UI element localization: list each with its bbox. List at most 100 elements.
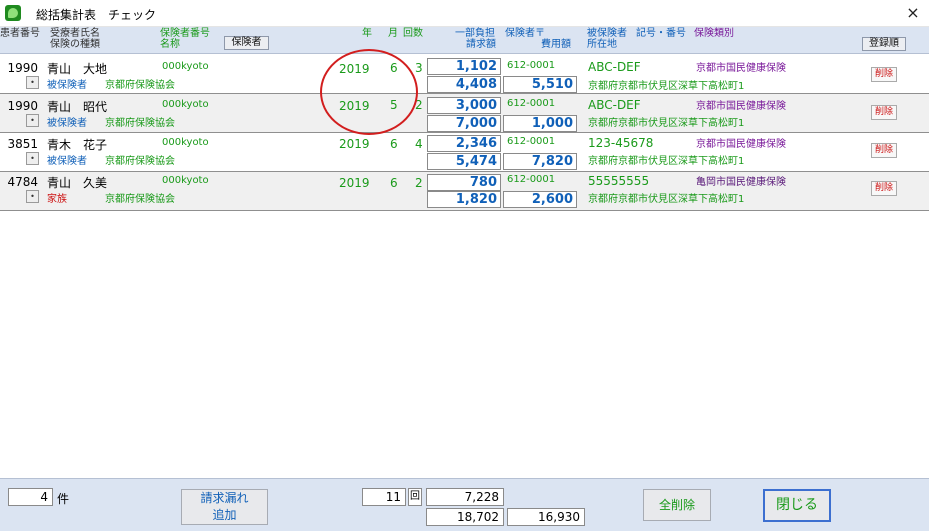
highlight-circle-annotation xyxy=(320,49,418,135)
cost-amount[interactable]: 7,820 xyxy=(503,153,577,170)
insurance-class: 亀岡市国民健康保険 xyxy=(696,177,786,188)
insured-address: 京都府京都市伏見区深草下高松町1 xyxy=(588,156,745,167)
month-value: 6 xyxy=(390,137,398,151)
claim-amount[interactable]: 5,474 xyxy=(427,153,501,170)
header-insurer-name: 名称 xyxy=(160,39,180,50)
year-value: 2019 xyxy=(339,137,370,151)
count-value: 3 xyxy=(415,61,423,75)
cost-amount[interactable]: 5,510 xyxy=(503,76,577,93)
partial-amount[interactable]: 3,000 xyxy=(427,97,501,114)
add-missing-claim-line1: 請求漏れ xyxy=(200,491,249,505)
row-detail-button[interactable]: • xyxy=(26,114,39,127)
title-bar: 総括集計表 チェック × xyxy=(0,0,929,27)
cost-amount[interactable]: 2,600 xyxy=(503,191,577,208)
column-header: 患者番号 受療者氏名 保険の種類 保険者番号 名称 保険者 年 月 回数 一部負… xyxy=(0,27,929,54)
row-detail-button[interactable]: • xyxy=(26,76,39,89)
relation-label: 被保険者 xyxy=(47,80,87,91)
delete-row-button[interactable]: 削除 xyxy=(871,105,897,120)
table-row: 1990 青山 昭代 • 被保険者 京都府保険協会 000kyoto 2019 … xyxy=(0,94,929,133)
insurer-name: 京都府保険協会 xyxy=(105,194,175,205)
insurer-postcode: 612-0001 xyxy=(507,60,556,71)
patient-name: 青木 花子 xyxy=(47,138,108,152)
header-patient-no: 患者番号 xyxy=(0,28,40,39)
insured-address: 京都府京都市伏見区深草下高松町1 xyxy=(588,81,745,92)
insured-address: 京都府京都市伏見区深草下高松町1 xyxy=(588,118,745,129)
insurer-postcode: 612-0001 xyxy=(507,174,556,185)
cost-amount[interactable]: 1,000 xyxy=(503,115,577,132)
delete-all-button[interactable]: 全削除 xyxy=(643,489,711,521)
add-missing-claim-button[interactable]: 請求漏れ 追加 xyxy=(181,489,268,525)
insurance-class: 京都市国民健康保険 xyxy=(696,101,786,112)
claim-amount[interactable]: 7,000 xyxy=(427,115,501,132)
relation-label: 家族 xyxy=(47,194,67,205)
insurer-postcode: 612-0001 xyxy=(507,136,556,147)
close-window-button[interactable]: × xyxy=(903,3,923,23)
table-row: 1990 青山 大地 • 被保険者 京都府保険協会 000kyoto 2019 … xyxy=(0,55,929,94)
relation-label: 被保険者 xyxy=(47,118,87,129)
symbol-number: 55555555 xyxy=(588,174,650,188)
header-cost: 費用額 xyxy=(541,39,571,50)
insurer-sort-button[interactable]: 保険者 xyxy=(224,36,269,50)
header-insurance-class: 保険類別 xyxy=(694,28,734,39)
insurer-number: 000kyoto xyxy=(162,61,209,72)
header-claim: 請求額 xyxy=(466,39,496,50)
patient-number: 1990 xyxy=(7,99,38,113)
header-count: 回数 xyxy=(403,28,423,39)
footer-bar: 4 件 請求漏れ 追加 11 回 7,228 18,702 16,930 全削除… xyxy=(0,478,929,531)
total-partial-field: 7,228 xyxy=(426,488,504,506)
claim-amount[interactable]: 4,408 xyxy=(427,76,501,93)
add-missing-claim-line2: 追加 xyxy=(212,508,237,522)
insurer-name: 京都府保険協会 xyxy=(105,80,175,91)
header-insurer-post: 保険者〒 xyxy=(505,28,545,39)
month-value: 6 xyxy=(390,176,398,190)
patient-name: 青山 昭代 xyxy=(47,100,108,114)
header-month: 月 xyxy=(388,28,398,39)
row-detail-button[interactable]: • xyxy=(26,152,39,165)
insurance-class: 京都市国民健康保険 xyxy=(696,139,786,150)
partial-amount[interactable]: 1,102 xyxy=(427,58,501,75)
record-count-field: 4 xyxy=(8,488,53,506)
record-count-unit: 件 xyxy=(57,492,70,506)
delete-row-button[interactable]: 削除 xyxy=(871,181,897,196)
app-icon xyxy=(5,5,21,21)
insurer-name: 京都府保険協会 xyxy=(105,118,175,129)
total-claim-field: 18,702 xyxy=(426,508,504,526)
header-symbol-no: 記号・番号 xyxy=(636,28,686,39)
insurer-number: 000kyoto xyxy=(162,137,209,148)
table-row: 4784 青山 久美 • 家族 京都府保険協会 000kyoto 2019 6 … xyxy=(0,172,929,211)
patient-number: 3851 xyxy=(7,137,38,151)
year-value: 2019 xyxy=(339,176,370,190)
total-cost-field: 16,930 xyxy=(507,508,585,526)
patient-name: 青山 久美 xyxy=(47,176,108,190)
symbol-number: 123-45678 xyxy=(588,136,654,150)
row-detail-button[interactable]: • xyxy=(26,190,39,203)
insurer-number: 000kyoto xyxy=(162,175,209,186)
header-year: 年 xyxy=(362,28,372,39)
close-button[interactable]: 閉じる xyxy=(763,489,831,522)
patient-number: 1990 xyxy=(7,61,38,75)
patient-number: 4784 xyxy=(7,175,38,189)
visits-unit: 回 xyxy=(408,488,422,506)
count-value: 2 xyxy=(415,176,423,190)
delete-row-button[interactable]: 削除 xyxy=(871,67,897,82)
insurance-class: 京都市国民健康保険 xyxy=(696,63,786,74)
table-row: 3851 青木 花子 • 被保険者 京都府保険協会 000kyoto 2019 … xyxy=(0,133,929,172)
insurer-name: 京都府保険協会 xyxy=(105,156,175,167)
total-visits-field: 11 xyxy=(362,488,406,506)
symbol-number: ABC-DEF xyxy=(588,60,641,74)
relation-label: 被保険者 xyxy=(47,156,87,167)
register-order-button[interactable]: 登録順 xyxy=(862,37,906,51)
header-insurance-type: 保険の種類 xyxy=(50,39,100,50)
insurer-number: 000kyoto xyxy=(162,99,209,110)
claim-amount[interactable]: 1,820 xyxy=(427,191,501,208)
header-address: 所在地 xyxy=(587,39,617,50)
window-title: 総括集計表 チェック xyxy=(36,8,157,22)
patient-name: 青山 大地 xyxy=(47,62,108,76)
symbol-number: ABC-DEF xyxy=(588,98,641,112)
partial-amount[interactable]: 2,346 xyxy=(427,135,501,152)
count-value: 4 xyxy=(415,137,423,151)
insurer-postcode: 612-0001 xyxy=(507,98,556,109)
partial-amount[interactable]: 780 xyxy=(427,174,501,191)
insured-address: 京都府京都市伏見区深草下高松町1 xyxy=(588,194,745,205)
delete-row-button[interactable]: 削除 xyxy=(871,143,897,158)
